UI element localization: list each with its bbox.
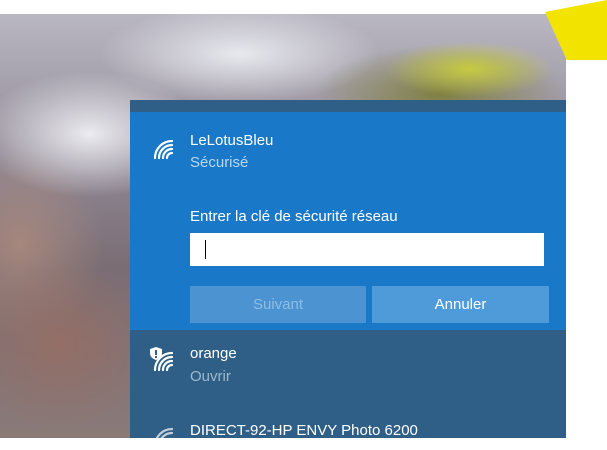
cancel-button[interactable]: Annuler: [372, 286, 549, 323]
wifi-open-shield-icon: [150, 347, 174, 372]
network-item-orange[interactable]: orange Ouvrir: [130, 332, 566, 396]
next-button[interactable]: Suivant: [190, 286, 366, 323]
network-name: orange: [190, 345, 237, 362]
network-status: Ouvrir: [190, 368, 231, 385]
text-caret: [205, 240, 206, 259]
security-key-label: Entrer la clé de sécurité réseau: [190, 208, 398, 225]
network-status: Sécurisé: [190, 154, 249, 171]
security-key-input[interactable]: [190, 233, 544, 266]
wifi-icon: [153, 139, 174, 160]
network-flyout: LeLotusBleu Sécurisé Entrer la clé de sé…: [130, 100, 566, 448]
network-name: LeLotusBleu: [190, 132, 274, 149]
selected-network-panel[interactable]: LeLotusBleu Sécurisé Entrer la clé de sé…: [130, 112, 566, 330]
network-item-direct-hp[interactable]: DIRECT-92-HP ENVY Photo 6200: [130, 410, 566, 450]
network-name: DIRECT-92-HP ENVY Photo 6200: [190, 422, 418, 439]
wifi-icon: [153, 427, 174, 448]
